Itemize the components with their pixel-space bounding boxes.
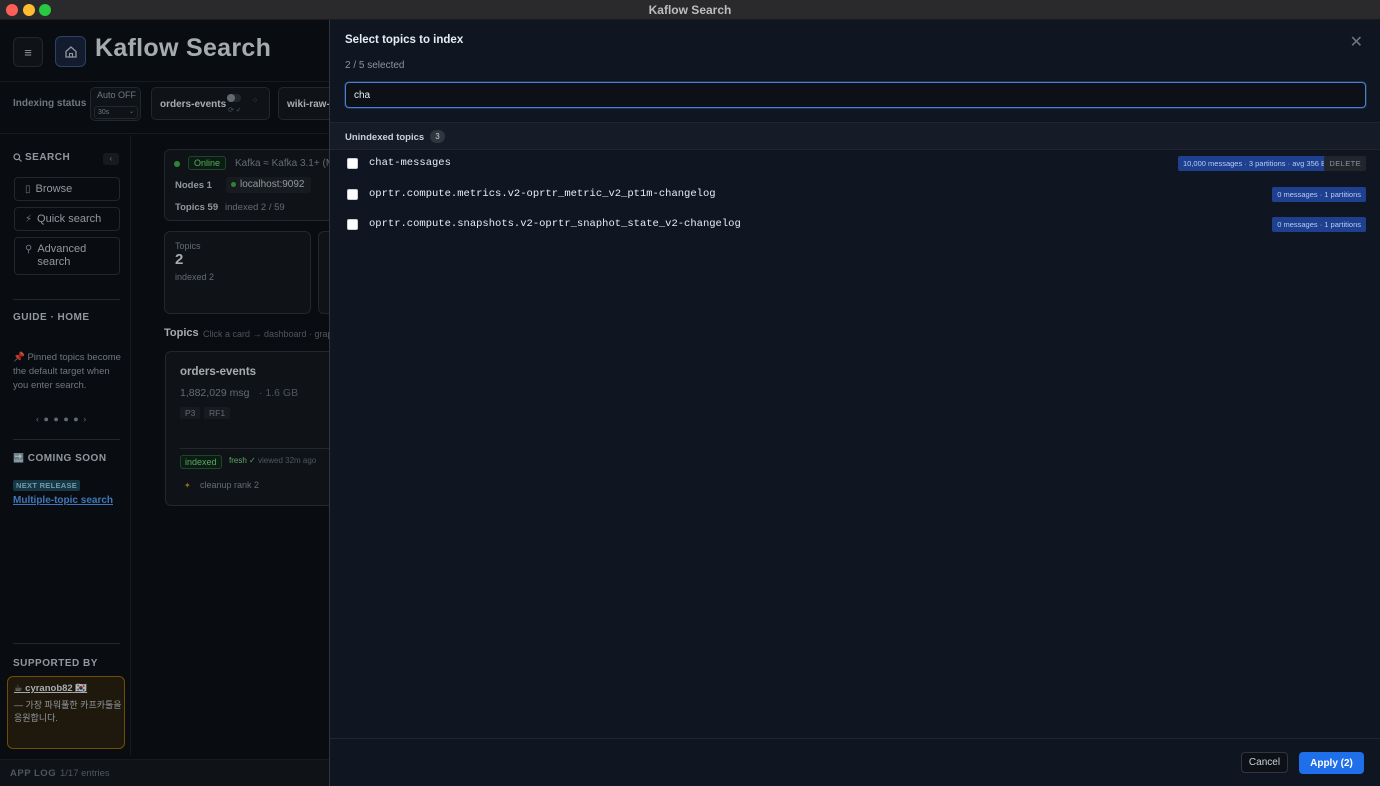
minimize-window-button[interactable] — [23, 4, 35, 16]
topic-meta: 0 messages · 1 partitions — [1272, 217, 1366, 232]
select-topics-modal: Select topics to index ✕ 2 / 5 selected … — [329, 20, 1380, 786]
modal-title: Select topics to index — [345, 34, 464, 46]
topic-checkbox[interactable] — [347, 189, 358, 200]
cancel-button[interactable]: Cancel — [1241, 752, 1288, 773]
apply-button[interactable]: Apply (2) — [1299, 752, 1364, 774]
group-label: Unindexed topics — [345, 132, 425, 143]
selected-count: 2 / 5 selected — [345, 60, 405, 71]
topic-name: oprtr.compute.metrics.v2-oprtr_metric_v2… — [369, 188, 716, 200]
window-title: Kaflow Search — [648, 2, 732, 17]
unindexed-group-header: Unindexed topics 3 — [330, 122, 1380, 150]
topic-row[interactable]: oprtr.compute.metrics.v2-oprtr_metric_v2… — [330, 180, 1380, 210]
modal-footer: Cancel Apply (2) — [330, 738, 1380, 786]
delete-topic-button[interactable]: DELETE — [1324, 156, 1366, 171]
close-window-button[interactable] — [6, 4, 18, 16]
window-titlebar: Kaflow Search — [0, 0, 1380, 20]
close-icon[interactable]: ✕ — [1350, 32, 1363, 52]
topic-filter-input[interactable] — [345, 82, 1366, 108]
modal-backdrop[interactable] — [0, 20, 329, 786]
topic-row[interactable]: oprtr.compute.snapshots.v2-oprtr_snaphot… — [330, 210, 1380, 240]
group-count-badge: 3 — [430, 130, 445, 143]
topic-row[interactable]: chat-messages 10,000 messages · 3 partit… — [330, 149, 1380, 179]
topic-name: chat-messages — [369, 157, 451, 169]
topic-meta: 10,000 messages · 3 partitions · avg 356… — [1178, 156, 1331, 171]
topic-name: oprtr.compute.snapshots.v2-oprtr_snaphot… — [369, 218, 741, 230]
maximize-window-button[interactable] — [39, 4, 51, 16]
topic-checkbox[interactable] — [347, 158, 358, 169]
topic-checkbox[interactable] — [347, 219, 358, 230]
topic-meta: 0 messages · 1 partitions — [1272, 187, 1366, 202]
